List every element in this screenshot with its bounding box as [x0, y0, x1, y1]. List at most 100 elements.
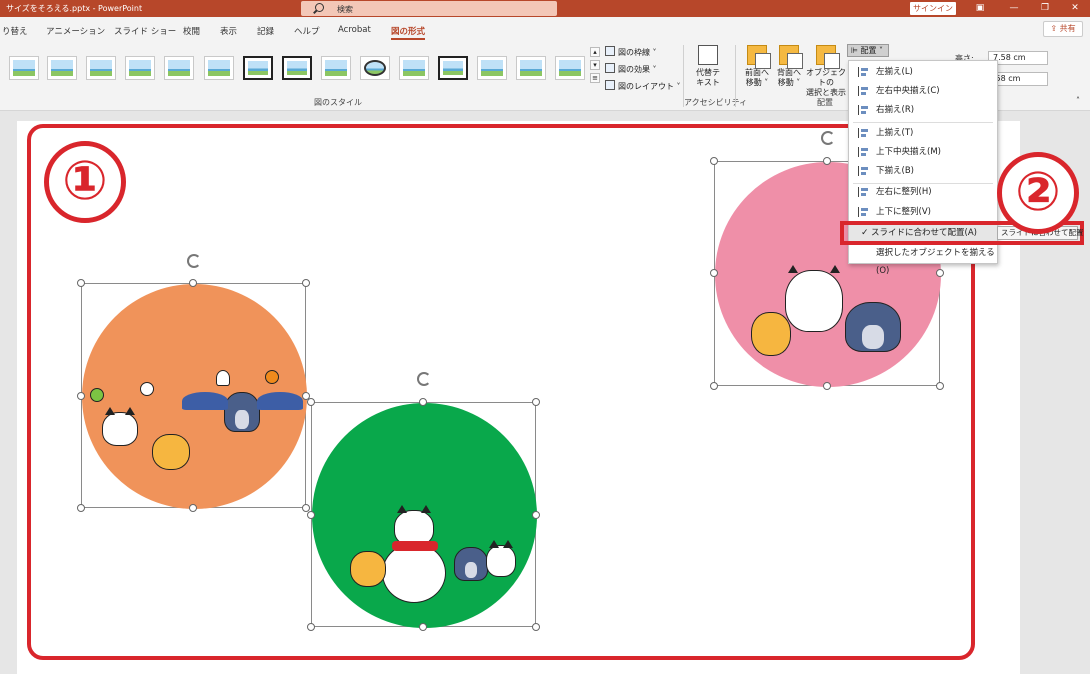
picture-style-1[interactable]	[9, 56, 39, 80]
menu-item-label: 下揃え(B)	[876, 166, 914, 176]
selection-pane-label-1: オブジェクトの	[806, 68, 846, 87]
annotation-frame-1	[27, 124, 975, 660]
menu-item-align-center[interactable]: 左右中央揃え(C)	[849, 82, 997, 100]
group-label-accessibility: アクセシビリティ	[684, 98, 748, 107]
align-left-icon	[858, 67, 869, 77]
align-top-icon	[858, 128, 869, 138]
menu-item-align-left[interactable]: 左揃え(L)	[849, 63, 997, 81]
menu-item-distribute-vertical[interactable]: 上下に整列(V)	[849, 203, 997, 221]
menu-item-align-selected[interactable]: 選択したオブジェクトを揃える(O)	[849, 244, 997, 276]
selection-pane-icon	[816, 45, 840, 69]
annotation-marker-2: ②	[997, 152, 1079, 234]
search-box[interactable]: 検索	[301, 1, 557, 16]
tab-slideshow[interactable]: スライド ショー	[114, 25, 176, 37]
bring-forward-label-1: 前面へ	[745, 68, 769, 77]
tab-record[interactable]: 記録	[257, 25, 274, 37]
share-label: 共有	[1059, 24, 1076, 33]
align-bottom-icon	[858, 166, 869, 176]
bring-forward-button[interactable]: 前面へ 移動 ˅	[740, 45, 774, 88]
menu-item-label: 上下中央揃え(M)	[876, 147, 941, 157]
picture-style-5[interactable]	[164, 56, 194, 80]
picture-style-11[interactable]	[399, 56, 429, 80]
picture-style-14[interactable]	[516, 56, 546, 80]
menu-separator	[853, 122, 993, 123]
restore-icon[interactable]: ❐	[1038, 2, 1052, 14]
picture-style-9[interactable]	[321, 56, 351, 80]
group-label-arrange: 配置	[817, 98, 833, 107]
menu-item-label: 上揃え(T)	[876, 128, 914, 138]
distribute-vertical-icon	[858, 207, 869, 217]
picture-effects-icon	[605, 63, 615, 73]
align-button-label: 配置	[860, 46, 877, 55]
selection-pane-label-2: 選択と表示	[806, 88, 846, 97]
signin-button[interactable]: サインイン	[910, 2, 956, 15]
picture-effects-label: 図の効果	[618, 65, 650, 74]
picture-style-3[interactable]	[86, 56, 116, 80]
title-bar: サイズをそろえる.pptx - PowerPoint 検索 サインイン ▣ — …	[0, 0, 1090, 17]
tab-picture-format[interactable]: 図の形式	[391, 25, 426, 40]
bring-forward-label-2: 移動	[745, 78, 762, 87]
picture-layout-icon	[605, 80, 615, 90]
picture-border-label: 図の枠線	[618, 48, 650, 57]
gallery-more-icon[interactable]: ≡	[590, 73, 600, 83]
menu-item-label: 左右中央揃え(C)	[876, 86, 940, 96]
picture-style-15[interactable]	[555, 56, 585, 80]
selection-pane-button[interactable]: オブジェクトの 選択と表示	[804, 45, 848, 98]
distribute-horizontal-icon	[858, 187, 869, 197]
menu-item-label: 左揃え(L)	[876, 67, 913, 77]
ribbon-tabs: り替え アニメーション スライド ショー 校閲 表示 記録 ヘルプ Acroba…	[0, 17, 1090, 41]
group-label-picture-styles: 図のスタイル	[314, 98, 362, 107]
tab-transitions[interactable]: り替え	[2, 25, 28, 37]
close-icon[interactable]: ✕	[1068, 2, 1082, 14]
alt-text-label-1: 代替テ	[696, 68, 720, 77]
gallery-down-icon[interactable]: ▾	[590, 60, 600, 70]
picture-style-6[interactable]	[204, 56, 234, 80]
tab-view[interactable]: 表示	[220, 25, 237, 37]
minimize-icon[interactable]: —	[1007, 2, 1021, 14]
align-right-icon	[858, 105, 869, 115]
align-dropdown-button[interactable]: ⊫ 配置 ˅	[847, 44, 889, 57]
alt-text-label-2: キスト	[696, 78, 720, 87]
tab-animations[interactable]: アニメーション	[46, 25, 105, 37]
picture-layout-label: 図のレイアウト	[618, 82, 674, 91]
picture-style-10[interactable]	[360, 56, 390, 80]
ribbon-separator	[735, 45, 736, 107]
menu-item-align-middle[interactable]: 上下中央揃え(M)	[849, 143, 997, 161]
share-button[interactable]: ⇪ 共有	[1043, 21, 1083, 37]
picture-effects-button[interactable]: 図の効果 ˅	[605, 63, 657, 75]
tab-help[interactable]: ヘルプ	[294, 25, 320, 37]
search-icon	[315, 3, 324, 12]
annotation-marker-1: ①	[44, 141, 126, 223]
window-title: サイズをそろえる.pptx - PowerPoint	[6, 4, 143, 13]
menu-item-distribute-horizontal[interactable]: 左右に整列(H)	[849, 183, 997, 201]
picture-style-7[interactable]	[243, 56, 273, 80]
send-backward-button[interactable]: 背面へ 移動 ˅	[772, 45, 806, 88]
send-backward-label-1: 背面へ	[777, 68, 801, 77]
picture-style-8[interactable]	[282, 56, 312, 80]
picture-border-button[interactable]: 図の枠線 ˅	[605, 46, 657, 58]
send-backward-label-2: 移動	[777, 78, 794, 87]
menu-item-align-top[interactable]: 上揃え(T)	[849, 124, 997, 142]
align-middle-icon	[858, 147, 869, 157]
menu-item-align-right[interactable]: 右揃え(R)	[849, 101, 997, 119]
tab-review[interactable]: 校閲	[183, 25, 200, 37]
ribbon-display-icon[interactable]: ▣	[973, 2, 987, 14]
bring-forward-icon	[747, 45, 771, 69]
search-placeholder: 検索	[337, 5, 353, 14]
align-center-icon	[858, 86, 869, 96]
picture-style-12[interactable]	[438, 56, 468, 80]
picture-style-13[interactable]	[477, 56, 507, 80]
alt-text-icon	[698, 45, 718, 65]
collapse-ribbon-icon[interactable]: ˄	[1076, 96, 1080, 105]
gallery-up-icon[interactable]: ▴	[590, 47, 600, 57]
picture-border-icon	[605, 46, 615, 56]
menu-item-label: 左右に整列(H)	[876, 187, 932, 197]
picture-style-4[interactable]	[125, 56, 155, 80]
picture-layout-button[interactable]: 図のレイアウト ˅	[605, 80, 681, 92]
menu-item-align-bottom[interactable]: 下揃え(B)	[849, 162, 997, 180]
alt-text-button[interactable]: 代替テ キスト	[692, 45, 724, 88]
send-backward-icon	[779, 45, 803, 69]
tab-acrobat[interactable]: Acrobat	[338, 25, 371, 35]
menu-item-label: 右揃え(R)	[876, 105, 915, 115]
picture-style-2[interactable]	[47, 56, 77, 80]
